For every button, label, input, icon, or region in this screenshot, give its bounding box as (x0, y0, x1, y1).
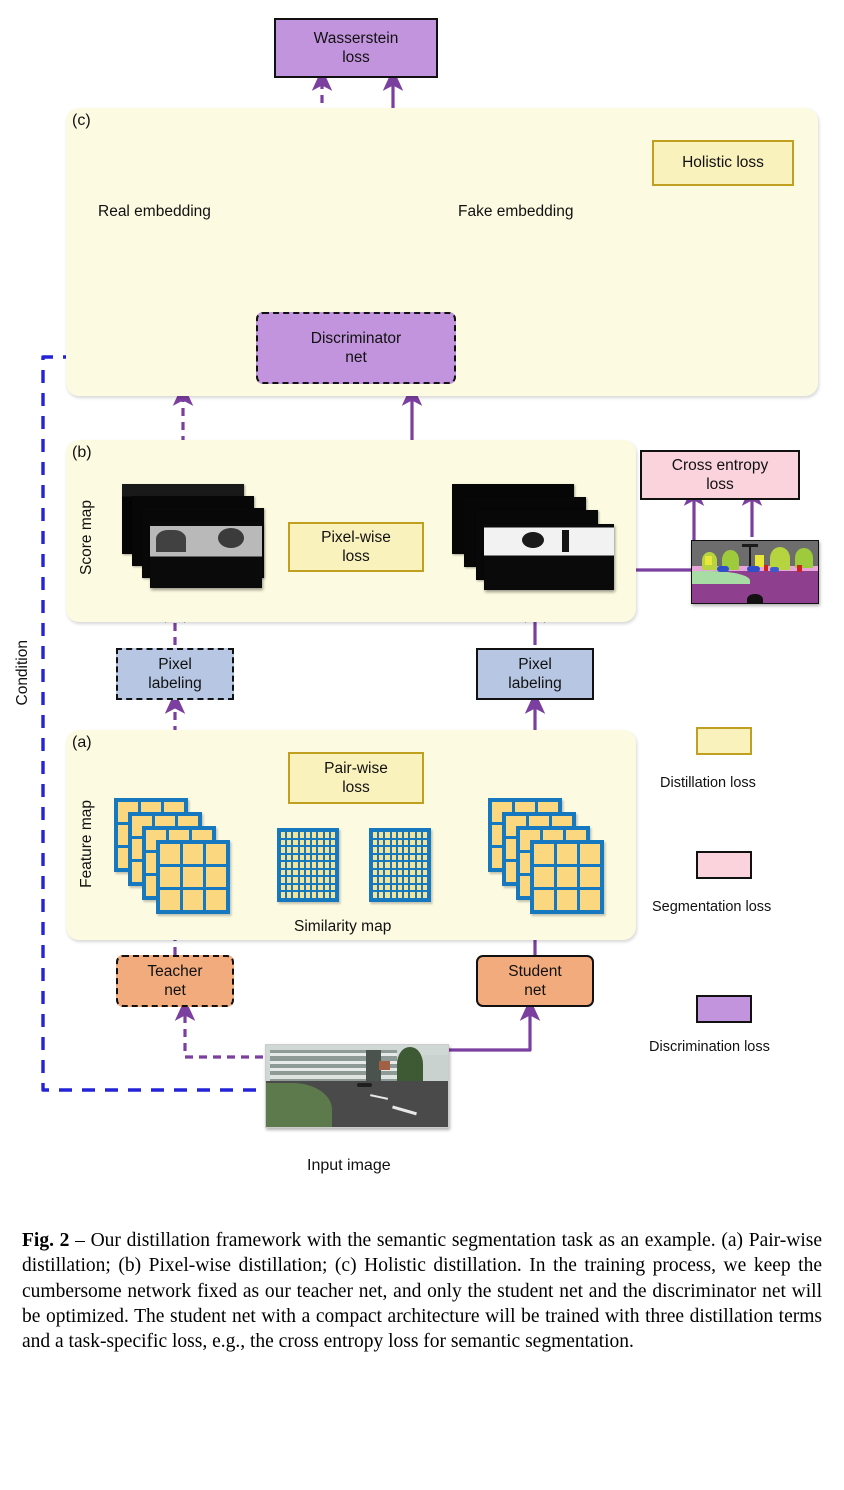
pixel-wise-loss-box[interactable]: Pixel-wise loss (288, 522, 424, 572)
panel-b-tag: (b) (72, 444, 92, 461)
cross-entropy-loss-box[interactable]: Cross entropy loss (640, 450, 800, 500)
student-feature-map-stack (488, 798, 606, 916)
similarity-map-teacher (277, 828, 339, 902)
pair-wise-loss-label: Pair-wise loss (324, 759, 388, 796)
score-map-detail (522, 532, 544, 548)
score-map-detail (562, 530, 569, 552)
panel-a-tag: (a) (72, 734, 92, 751)
legend-label-distillation: Distillation loss (660, 775, 756, 791)
feature-map-grid (156, 840, 230, 914)
real-embedding-label: Real embedding (98, 203, 211, 220)
teacher-net-label: Teacher net (147, 962, 203, 999)
feature-map-label: Feature map (78, 800, 95, 888)
legend-swatch-discrimination (696, 995, 752, 1023)
teacher-feature-map-stack (114, 798, 232, 916)
discriminator-net-box[interactable]: Discriminator net (256, 312, 456, 384)
caption-text: – Our distillation framework with the se… (22, 1230, 822, 1353)
cross-entropy-loss-label: Cross entropy loss (671, 456, 769, 493)
pixel-labeling-teacher-box[interactable]: Pixel labeling (116, 648, 234, 700)
segmentation-groundtruth-image (691, 540, 819, 604)
pixel-labeling-student-label: Pixel labeling (508, 655, 562, 692)
similarity-map-label: Similarity map (294, 918, 392, 935)
panel-c-tag: (c) (72, 112, 91, 129)
score-map-detail (156, 530, 186, 552)
legend-label-segmentation: Segmentation loss (652, 899, 772, 915)
score-map-detail (218, 528, 244, 548)
pixel-wise-loss-label: Pixel-wise loss (321, 528, 391, 565)
score-map-layer-front (484, 524, 614, 590)
similarity-map-student (369, 828, 431, 902)
score-map-label: Score map (78, 500, 95, 575)
teacher-net-box[interactable]: Teacher net (116, 955, 234, 1007)
input-image (265, 1044, 449, 1128)
student-score-map-stack (452, 484, 622, 606)
feature-map-grid (530, 840, 604, 914)
input-image-label: Input image (307, 1157, 391, 1174)
pixel-labeling-teacher-label: Pixel labeling (148, 655, 202, 692)
fake-embedding-label: Fake embedding (458, 203, 574, 220)
holistic-loss-label: Holistic loss (682, 154, 764, 172)
wasserstein-loss-box[interactable]: Wasserstein loss (274, 18, 438, 78)
discriminator-net-label: Discriminator net (310, 329, 402, 366)
figure-caption: Fig. 2 – Our distillation framework with… (22, 1228, 822, 1355)
pixel-labeling-student-box[interactable]: Pixel labeling (476, 648, 594, 700)
legend-label-discrimination: Discrimination loss (649, 1039, 770, 1055)
condition-label: Condition (14, 640, 31, 706)
holistic-loss-box[interactable]: Holistic loss (652, 140, 794, 186)
figure-diagram: (c) (b) (a) Wasserstein loss Holistic lo… (0, 0, 844, 1205)
student-net-box[interactable]: Student net (476, 955, 594, 1007)
pair-wise-loss-box[interactable]: Pair-wise loss (288, 752, 424, 804)
student-net-label: Student net (508, 962, 562, 999)
teacher-score-map-stack (122, 484, 264, 606)
legend-swatch-distillation (696, 727, 752, 755)
wasserstein-loss-label: Wasserstein loss (313, 29, 399, 66)
caption-figure-number: Fig. 2 (22, 1230, 70, 1251)
legend-swatch-segmentation (696, 851, 752, 879)
